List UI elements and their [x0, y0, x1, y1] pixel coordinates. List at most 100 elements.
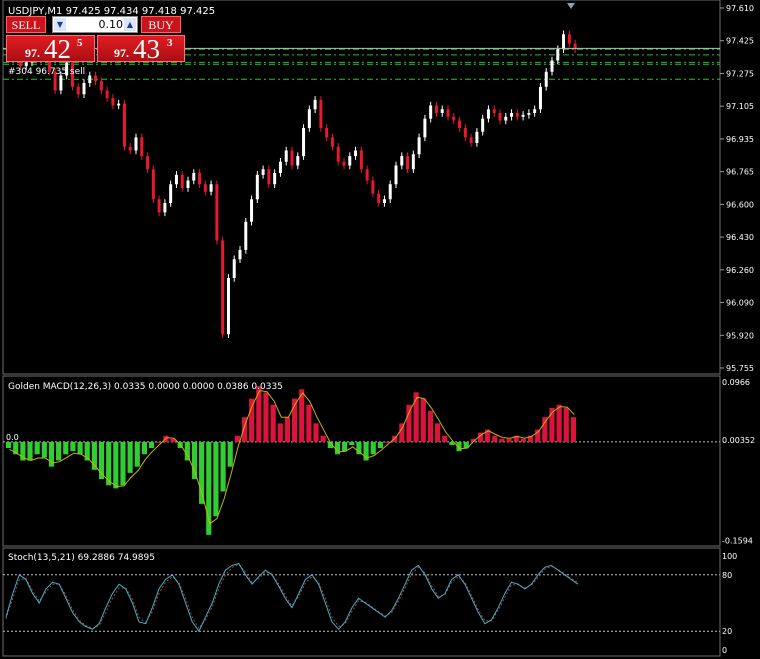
price-tick-label: 97.610 [726, 4, 754, 13]
macd-bar [456, 441, 462, 452]
macd-tick-label: -0.1594 [722, 537, 753, 546]
candle-body [174, 174, 178, 185]
macd-bar [492, 435, 498, 442]
macd-bar [63, 441, 69, 455]
macd-bar [234, 435, 240, 442]
candle-body [521, 114, 525, 117]
candle-body [186, 180, 190, 188]
macd-bar [535, 429, 541, 442]
price-tick-label: 96.600 [726, 200, 754, 209]
price-tick-label: 95.920 [726, 331, 754, 340]
macd-bar [141, 441, 147, 455]
macd-bar [520, 438, 526, 442]
macd-tick-label: 0.00352 [722, 436, 755, 445]
candle-body [302, 128, 306, 157]
macd-bar [220, 441, 226, 492]
buy-button[interactable]: BUY [141, 16, 181, 33]
price-axis: 97.610 97.425 97.275 97.105 96.935 96.765 96.6… [720, 4, 754, 373]
candle-body [469, 137, 473, 143]
macd-bar [420, 398, 426, 442]
macd-left-label: 0.0 [6, 433, 19, 442]
candle-body [111, 98, 115, 106]
macd-bar [570, 417, 576, 442]
candle-body [146, 156, 150, 170]
lot-size-value: 0.10 [98, 18, 124, 31]
candle-body [538, 86, 542, 110]
candle-body [446, 109, 450, 117]
macd-bar [191, 441, 198, 480]
sell-button[interactable]: SELL [6, 16, 46, 33]
lot-decrease-icon[interactable]: ▼ [54, 18, 66, 31]
candle-body [134, 137, 138, 151]
candle-body [400, 156, 404, 166]
candle-body [354, 150, 358, 157]
candle-body [319, 99, 323, 128]
candle-body [105, 90, 109, 98]
macd-bar [427, 410, 433, 442]
candle-body [394, 165, 398, 185]
macd-bar [149, 441, 155, 449]
macd-bar [120, 441, 126, 486]
lot-increase-icon[interactable]: ▲ [124, 18, 136, 31]
macd-bar [370, 441, 376, 455]
candle-body [382, 199, 386, 203]
candle-body [533, 109, 537, 113]
candle-body [122, 103, 126, 147]
stoch-tick-label: 100 [722, 552, 737, 561]
sell-price-box[interactable]: 97. 42 5 [6, 34, 95, 64]
buy-price-box[interactable]: 97. 43 3 [97, 34, 185, 64]
macd-bar [284, 417, 290, 442]
candle-body [377, 193, 381, 203]
sell-price-prefix: 97. [25, 46, 40, 60]
candle-body [313, 99, 317, 110]
candle-body [226, 278, 230, 335]
candle-body [296, 156, 300, 166]
macd-bar [41, 441, 47, 458]
order-label: #304 96.735 sell [8, 67, 85, 77]
macd-bar [442, 435, 448, 442]
price-tick-label: 96.430 [726, 233, 754, 242]
macd-bar [506, 438, 512, 442]
macd-bar [406, 404, 412, 442]
candle-body [290, 150, 294, 166]
macd-bar [320, 435, 326, 442]
macd-bar [306, 404, 312, 442]
candle-body [406, 156, 410, 170]
candle-body [515, 113, 519, 117]
candle-body [325, 128, 329, 138]
candle-body [117, 103, 121, 106]
candle-body [140, 137, 144, 157]
candle-body [238, 249, 242, 260]
candle-body [330, 137, 334, 147]
candle-body [504, 116, 508, 121]
macd-bar [156, 441, 162, 443]
candle-body [215, 184, 219, 241]
candle-body [94, 75, 98, 82]
candle-body [481, 118, 485, 132]
candle-body [417, 137, 421, 155]
macd-tick-label: 0.0966 [722, 378, 750, 387]
candle-body [429, 105, 433, 119]
candle-body [510, 113, 514, 117]
candle-body [550, 60, 554, 72]
candle-body [232, 259, 236, 278]
candle-body [163, 203, 167, 213]
candle-body [169, 184, 173, 203]
stoch-tick-label: 80 [722, 571, 732, 580]
stoch-axis: 100 80 20 0 [722, 552, 737, 655]
macd-bar [263, 392, 269, 442]
price-tick-label: 97.425 [726, 37, 754, 46]
macd-bar [227, 441, 233, 467]
candle-body [359, 150, 363, 170]
one-click-trading-panel: SELL ▼ 0.10 ▲ BUY 97. 42 5 97. 43 3 [4, 16, 185, 64]
macd-bar [77, 441, 83, 455]
candle-body [527, 113, 531, 115]
macd-label: Golden MACD(12,26,3) 0.0335 0.0000 0.000… [8, 382, 283, 392]
candle-body [209, 184, 213, 192]
candle-body [267, 169, 271, 185]
stoch-tick-label: 0 [722, 646, 727, 655]
candle-body [411, 154, 415, 170]
macd-bar [556, 404, 562, 442]
lot-size-input[interactable]: ▼ 0.10 ▲ [52, 16, 138, 33]
candle-body [342, 161, 346, 166]
